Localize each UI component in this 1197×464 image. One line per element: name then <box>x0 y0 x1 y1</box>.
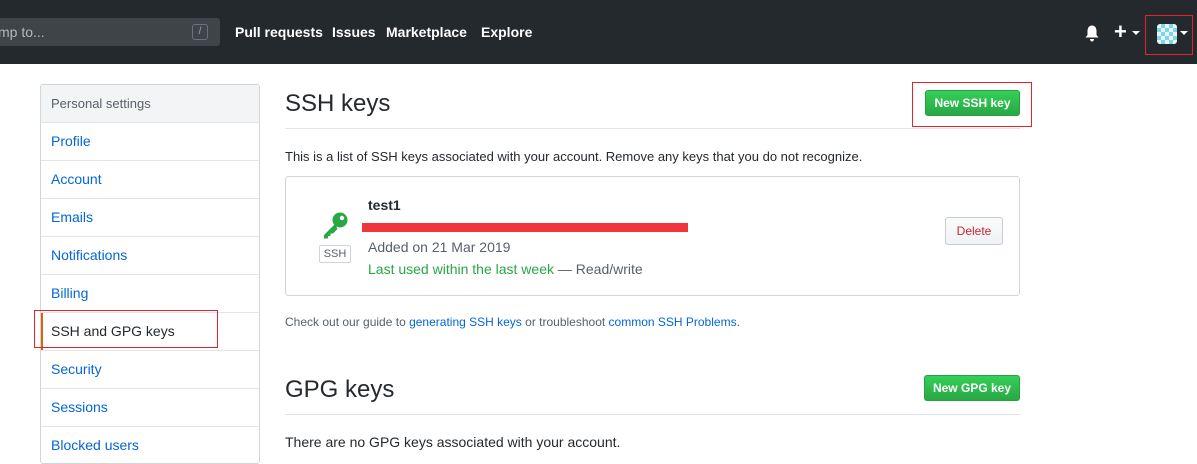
sidebar-item-blocked-users[interactable]: Blocked users <box>41 427 259 463</box>
redacted-fingerprint <box>362 223 688 232</box>
create-dropdown-caret-icon[interactable] <box>1132 31 1140 35</box>
nav-marketplace[interactable]: Marketplace <box>386 24 467 40</box>
ssh-key-entry: SSH test1 Added on 21 Mar 2019 Last used… <box>285 176 1020 296</box>
nav-issues[interactable]: Issues <box>332 24 376 40</box>
sidebar-item-security[interactable]: Security <box>41 351 259 389</box>
gpg-keys-title: GPG keys <box>285 376 395 403</box>
top-header: / Pull requests Issues Marketplace Explo… <box>0 0 1197 64</box>
ssh-key-usage: Last used within the last week — Read/wr… <box>368 261 643 277</box>
common-ssh-problems-link[interactable]: common SSH Problems <box>609 315 737 329</box>
gpg-description: There are no GPG keys associated with yo… <box>285 434 621 450</box>
ssh-badge: SSH <box>319 245 351 263</box>
guide-prefix: Check out our guide to <box>285 315 410 329</box>
sidebar-item-emails[interactable]: Emails <box>41 199 259 237</box>
nav-explore[interactable]: Explore <box>481 24 532 40</box>
notifications-bell-icon[interactable] <box>1084 25 1100 42</box>
ssh-key-name: test1 <box>368 197 401 213</box>
guide-suffix: . <box>736 315 740 329</box>
ssh-description: This is a list of SSH keys associated wi… <box>285 149 863 164</box>
new-gpg-key-button[interactable]: New GPG key <box>924 375 1020 401</box>
generating-ssh-keys-link[interactable]: generating SSH keys <box>409 315 522 329</box>
sidebar-item-account[interactable]: Account <box>41 161 259 199</box>
nav-pull-requests[interactable]: Pull requests <box>235 24 323 40</box>
sidebar-item-notifications[interactable]: Notifications <box>41 237 259 275</box>
sidebar-item-billing[interactable]: Billing <box>41 275 259 313</box>
sidebar-item-profile[interactable]: Profile <box>41 123 259 161</box>
key-icon <box>324 212 348 239</box>
delete-key-button[interactable]: Delete <box>945 217 1003 245</box>
search-shortcut-hint: / <box>192 24 208 40</box>
ssh-key-access: — Read/write <box>554 261 643 277</box>
ssh-keys-title: SSH keys <box>285 90 391 117</box>
user-menu[interactable] <box>1145 15 1193 55</box>
ssh-key-last-used: Last used within the last week <box>368 261 554 277</box>
ssh-guide-text: Check out our guide to generating SSH ke… <box>285 315 740 329</box>
new-ssh-key-button[interactable]: New SSH key <box>925 90 1020 116</box>
annotation-highlight-ssh-gpg <box>34 310 218 348</box>
ssh-divider <box>285 128 1020 129</box>
create-new-icon[interactable]: + <box>1114 20 1127 44</box>
guide-middle: or troubleshoot <box>521 315 609 329</box>
search-input[interactable] <box>0 18 188 46</box>
ssh-key-added-date: Added on 21 Mar 2019 <box>368 239 511 255</box>
gpg-divider <box>285 414 1020 415</box>
settings-sidebar: Personal settings Profile Account Emails… <box>40 84 260 464</box>
avatar[interactable] <box>1157 24 1177 44</box>
search-box[interactable]: / <box>0 18 220 46</box>
user-dropdown-caret-icon[interactable] <box>1180 31 1188 35</box>
sidebar-item-sessions[interactable]: Sessions <box>41 389 259 427</box>
sidebar-heading: Personal settings <box>41 85 259 123</box>
